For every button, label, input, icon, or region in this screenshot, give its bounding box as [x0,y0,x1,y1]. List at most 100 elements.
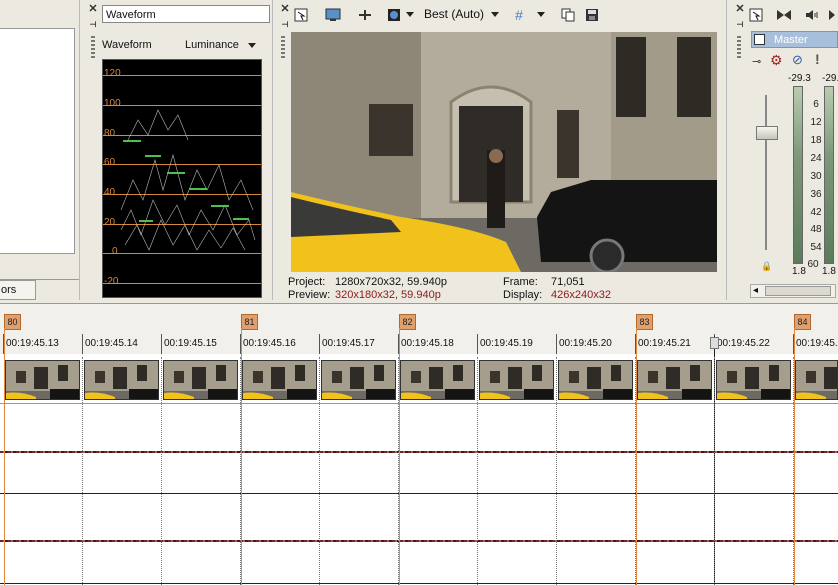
audio-waveform [0,540,838,542]
scope-channel-label: Luminance [185,39,239,51]
frame-divider [477,357,478,585]
properties-icon[interactable] [746,5,766,25]
scroll-left-icon[interactable]: ◂ [753,285,758,296]
ruler-tick [556,334,557,354]
timecode-label: 00:19:45.19 [480,338,533,349]
video-thumbnail [716,360,791,400]
chevron-down-icon[interactable] [537,12,545,17]
video-thumbnail [795,360,838,400]
video-thumbnail [242,360,317,400]
waveform-display [102,59,262,298]
marker-line [794,328,795,585]
scope-title: Waveform [102,39,152,51]
grid-icon[interactable]: # [509,5,529,25]
meter-scale: 36 [810,189,822,200]
video-thumbnail [479,360,554,400]
scope-label: 80 [104,128,116,139]
audio-track-2[interactable] [0,495,838,584]
fx-gear-icon[interactable]: ⚙ [770,52,783,69]
volume-fader[interactable] [756,126,778,140]
split-screen-icon[interactable] [355,5,375,25]
meter-scale: 6 [813,99,819,110]
overlays-icon[interactable] [384,5,404,25]
marker-flag[interactable]: 84 [794,314,811,330]
marker-flag[interactable]: 81 [241,314,258,330]
frame-divider [319,357,320,585]
marker-flag[interactable]: 80 [4,314,21,330]
frame-divider [82,357,83,585]
video-thumbnail [558,360,633,400]
pin-icon[interactable]: ⊣ [280,20,290,30]
scroll-thumb[interactable] [765,286,831,296]
frame-divider [556,357,557,585]
audio-waveform [0,451,838,453]
chevron-down-icon [247,42,256,48]
video-preview [291,32,717,272]
marker-flag[interactable]: 82 [399,314,416,330]
marker-line [636,328,637,585]
close-icon[interactable]: ✕ [735,4,745,15]
waveform-trace [120,109,256,251]
marker-flag[interactable]: 83 [636,314,653,330]
scope-label: 40 [104,187,116,198]
scope-type-select[interactable]: Waveform [102,5,270,23]
bus-name: Master [774,34,808,46]
scope-channel-select[interactable]: Luminance [185,39,256,51]
mute-icon[interactable]: ⊘ [792,52,803,68]
properties-icon[interactable] [291,5,311,25]
meter-scale: 42 [810,207,822,218]
ruler-tick [477,334,478,354]
alert-icon[interactable]: ! [815,51,820,67]
frame-label: Frame: [503,276,538,288]
ruler-tick [161,334,162,354]
explorer-list[interactable] [0,28,75,254]
close-icon[interactable]: ✕ [88,4,98,15]
tab-left-panel[interactable]: ors [0,280,36,300]
frame-divider [714,357,715,585]
marker-line [4,328,5,585]
marker-line [399,328,400,585]
peak-left: -29.3 [788,73,811,84]
video-thumbnail [163,360,238,400]
video-thumbnail [637,360,712,400]
insert-fx-icon[interactable]: ⊸ [752,55,761,68]
monitor-icon[interactable] [323,5,343,25]
project-value: 1280x720x32, 59.940p [335,276,447,288]
pin-icon[interactable]: ⊣ [735,20,745,30]
scope-label: 60 [104,157,116,168]
mixer-scrollbar[interactable]: ◂ [750,284,836,298]
marker-line [241,328,242,585]
timecode-label: 00:19:45.22 [717,338,770,349]
video-thumbnail [400,360,475,400]
video-thumbnail [5,360,80,400]
speaker-icon[interactable] [802,5,822,25]
playhead-handle[interactable] [710,337,719,349]
panel-grip[interactable] [91,36,95,58]
close-icon[interactable]: ✕ [280,4,290,15]
mixer-more-icon[interactable] [826,5,838,25]
chevron-down-icon[interactable] [406,12,414,17]
save-snapshot-icon[interactable] [582,5,602,25]
video-thumbnail [321,360,396,400]
panel-grip[interactable] [737,36,741,58]
pin-icon[interactable]: ⊣ [88,20,98,30]
audio-track-1[interactable] [0,405,838,494]
bottom-left-value: 1.8 [792,266,806,277]
downmix-icon[interactable] [774,5,794,25]
chevron-down-icon[interactable] [491,12,499,17]
timecode-label: 00:19:45.14 [85,338,138,349]
left-panel: ors [0,0,79,300]
meter-scale: 18 [810,135,822,146]
copy-snapshot-icon[interactable] [558,5,578,25]
timecode-label: 00:19:45.13 [6,338,59,349]
frame-value: 71,051 [551,276,585,288]
lock-icon[interactable]: 🔒 [761,261,772,272]
video-track[interactable] [0,357,838,404]
meter-scale: 60 [807,259,819,270]
preview-quality-select[interactable]: Best (Auto) [424,7,484,21]
fader-track [765,95,767,250]
project-label: Project: [288,276,326,288]
master-bus-header[interactable]: Master [751,31,838,48]
panel-grip[interactable] [281,36,285,58]
timeline[interactable]: 00:19:45.13 00:19:45.14 00:19:45.15 00:19:4… [0,303,838,585]
